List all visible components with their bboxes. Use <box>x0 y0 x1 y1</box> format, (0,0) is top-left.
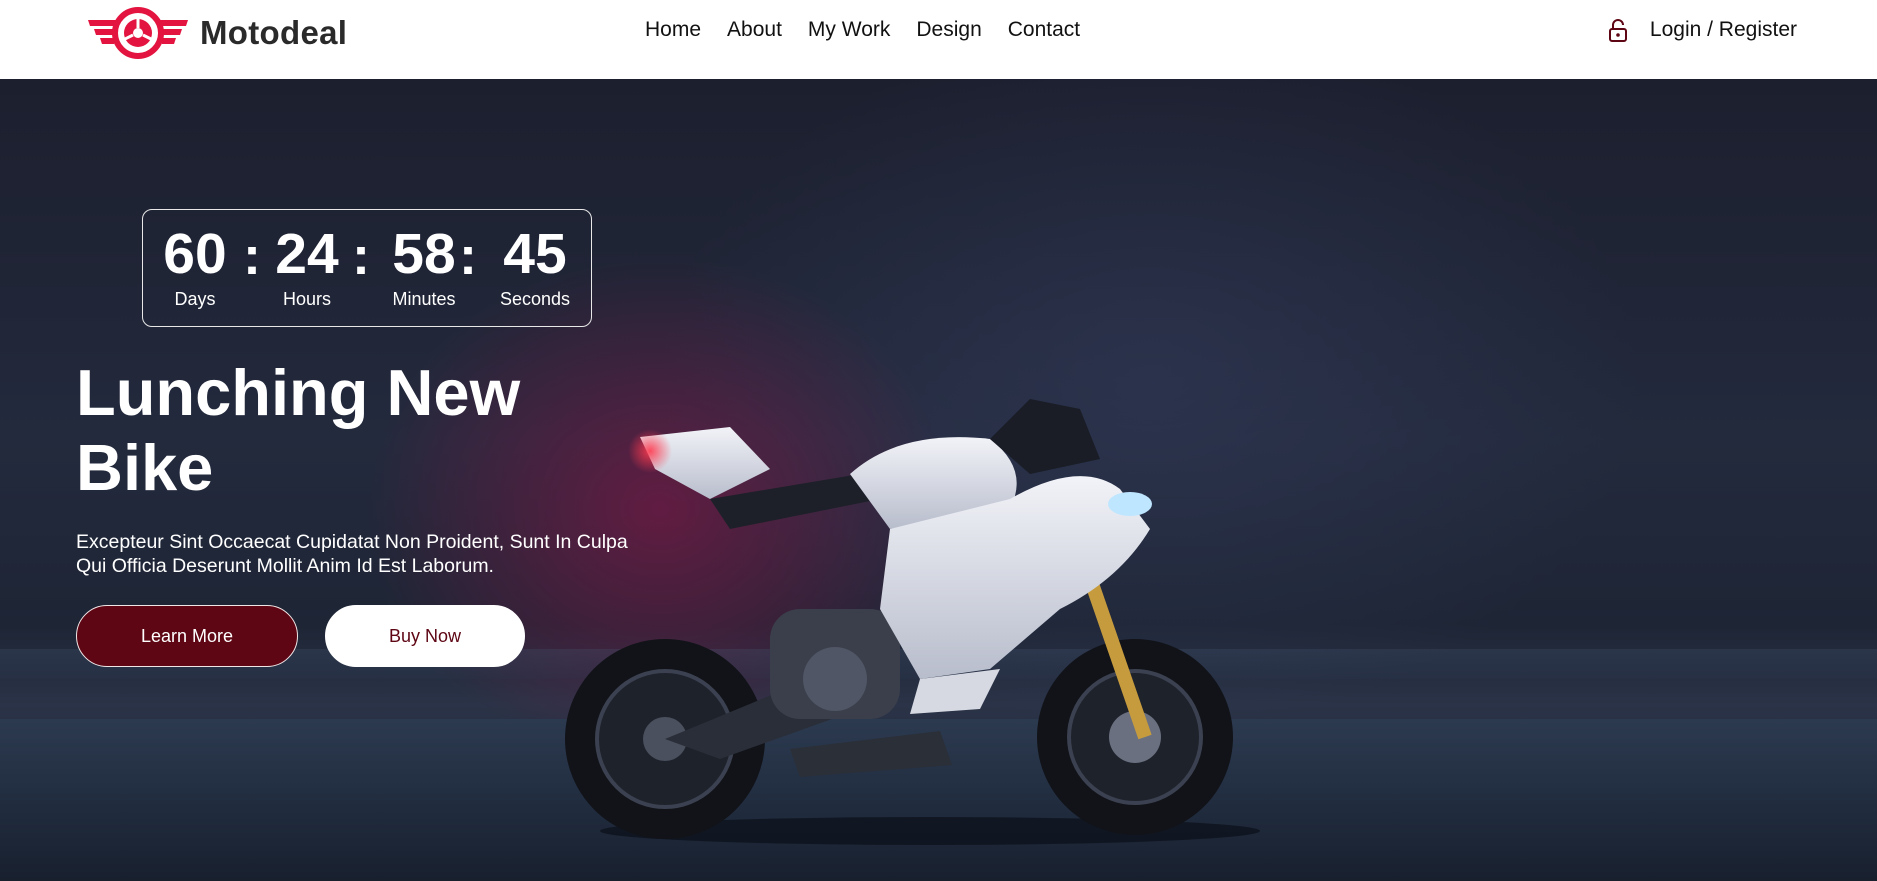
minutes-label: Minutes <box>392 289 456 309</box>
nav-about[interactable]: About <box>727 18 782 42</box>
countdown-separator: : <box>352 226 370 286</box>
brand-name: Motodeal <box>200 14 348 51</box>
countdown-separator: : <box>459 226 477 286</box>
nav-home[interactable]: Home <box>645 18 701 42</box>
nav-my-work[interactable]: My Work <box>808 18 890 42</box>
countdown-seconds: 45 Seconds <box>483 224 587 310</box>
main-nav: Home About My Work Design Contact <box>645 18 1080 42</box>
seconds-value: 45 <box>503 222 567 286</box>
site-header: Motodeal Home About My Work Design Conta… <box>0 0 1877 79</box>
days-label: Days <box>174 289 216 309</box>
seconds-label: Seconds <box>499 289 571 309</box>
launch-countdown: 60 Days : 24 Hours : 58 Minutes : 45 Sec… <box>142 209 592 327</box>
lock-icon[interactable] <box>1608 18 1628 42</box>
nav-contact[interactable]: Contact <box>1008 18 1080 42</box>
hero-title: Lunching New Bike <box>76 355 636 505</box>
nav-design[interactable]: Design <box>916 18 981 42</box>
countdown-separator: : <box>243 226 261 286</box>
days-value: 60 <box>163 222 227 286</box>
login-register-link[interactable]: Login / Register <box>1650 18 1797 42</box>
learn-more-button[interactable]: Learn More <box>76 605 298 667</box>
hero-title-line-2: Bike <box>76 431 214 504</box>
hero-title-line-1: Lunching New <box>76 356 521 429</box>
hero-description: Excepteur Sint Occaecat Cupidatat Non Pr… <box>76 531 628 577</box>
countdown-hours: 24 Hours <box>267 224 347 310</box>
buy-now-button[interactable]: Buy Now <box>325 605 525 667</box>
hero-section: 60 Days : 24 Hours : 58 Minutes : 45 Sec… <box>0 79 1877 881</box>
brand-logo[interactable]: Motodeal <box>86 6 347 60</box>
auth-area: Login / Register <box>1608 18 1797 42</box>
countdown-days: 60 Days <box>155 224 235 310</box>
motorcycle-image <box>565 399 1260 845</box>
hours-label: Hours <box>282 289 331 309</box>
hours-value: 24 <box>275 222 339 286</box>
motorcycle-wheel-wings-icon <box>88 7 188 59</box>
